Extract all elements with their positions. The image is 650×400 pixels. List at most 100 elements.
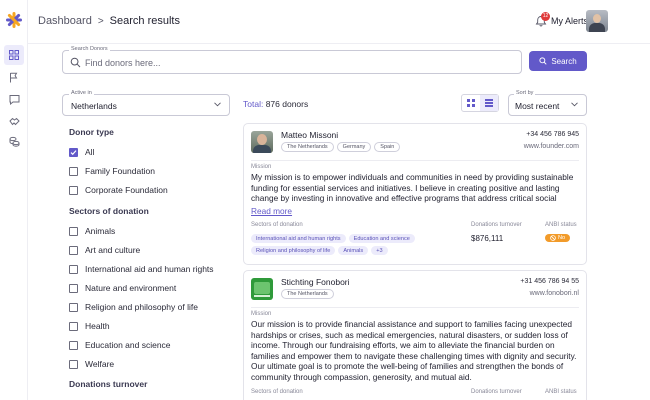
sector-education[interactable]: Education and science bbox=[69, 340, 171, 350]
country-tag: The Netherlands bbox=[281, 289, 334, 299]
checkbox[interactable] bbox=[69, 340, 78, 350]
sector-religion[interactable]: Religion and philosophy of life bbox=[69, 302, 198, 312]
checkbox-label: Education and science bbox=[85, 340, 171, 350]
sector-chip-more[interactable]: +3 bbox=[371, 246, 388, 255]
app-logo[interactable] bbox=[6, 12, 22, 28]
sector-health[interactable]: Health bbox=[69, 321, 110, 331]
total-value: 876 donors bbox=[265, 99, 309, 109]
grid-icon[interactable] bbox=[4, 45, 24, 65]
turnover-heading: Donations turnover bbox=[69, 379, 148, 389]
breadcrumb-dashboard[interactable]: Dashboard bbox=[38, 15, 92, 27]
sort-value: Most recent bbox=[515, 101, 560, 111]
checkbox[interactable] bbox=[69, 359, 78, 369]
card-divider bbox=[251, 307, 579, 308]
active-in-value: Netherlands bbox=[71, 101, 117, 111]
search-icon bbox=[70, 57, 81, 68]
donor-avatar bbox=[251, 131, 273, 153]
sector-chip: Education and science bbox=[348, 234, 415, 243]
top-header: Dashboard > Search results 12 My Alerts bbox=[28, 0, 650, 44]
no-icon bbox=[550, 235, 556, 241]
donor-card[interactable]: Matteo Missoni The Netherlands Germany S… bbox=[243, 123, 587, 265]
search-button[interactable]: Search bbox=[529, 51, 587, 71]
list-view-icon bbox=[485, 99, 493, 107]
donor-type-all[interactable]: All bbox=[69, 147, 94, 157]
sectors-heading: Sectors of donation bbox=[69, 206, 149, 216]
total-label: Total: bbox=[243, 99, 264, 109]
grid-view-icon bbox=[467, 99, 475, 107]
donor-type-family-foundation[interactable]: Family Foundation bbox=[69, 166, 155, 176]
chevron-down-icon bbox=[214, 102, 221, 107]
anbi-value: No bbox=[558, 235, 566, 241]
donor-name[interactable]: Matteo Missoni bbox=[281, 130, 338, 140]
checkbox[interactable] bbox=[69, 283, 78, 293]
handshake-icon[interactable] bbox=[7, 114, 21, 128]
search-icon bbox=[539, 57, 547, 65]
checkbox-label: Religion and philosophy of life bbox=[85, 302, 198, 312]
anbi-label: ANBI status bbox=[545, 222, 577, 228]
list-view-button[interactable] bbox=[480, 95, 498, 111]
sectors-label: Sectors of donation bbox=[251, 222, 303, 228]
alerts-count-badge: 12 bbox=[540, 12, 550, 21]
grid-view-button[interactable] bbox=[462, 95, 480, 111]
country-tags: The Netherlands bbox=[281, 289, 334, 299]
turnover-label: Donations turnover bbox=[471, 222, 522, 228]
checkbox-label: Corporate Foundation bbox=[85, 185, 168, 195]
sector-international-aid[interactable]: International aid and human rights bbox=[69, 264, 214, 274]
results-total: Total: 876 donors bbox=[243, 99, 308, 109]
sidebar bbox=[0, 0, 28, 400]
sort-legend: Sort by bbox=[514, 90, 536, 96]
coins-icon[interactable] bbox=[7, 134, 21, 148]
sector-chip: Religion and philosophy of life bbox=[251, 246, 336, 255]
country-tag: The Netherlands bbox=[281, 142, 334, 152]
turnover-value: $876,111 bbox=[471, 234, 504, 243]
mission-text: Our mission is to provide financial assi… bbox=[251, 319, 577, 382]
donor-website[interactable]: www.founder.com bbox=[524, 143, 579, 150]
sector-welfare[interactable]: Welfare bbox=[69, 359, 114, 369]
alerts-label: My Alerts bbox=[550, 16, 588, 26]
checkbox[interactable] bbox=[69, 166, 78, 176]
chat-icon[interactable] bbox=[7, 92, 21, 106]
donor-name[interactable]: Stichting Fonobori bbox=[281, 277, 350, 287]
active-in-legend: Active in bbox=[69, 90, 94, 96]
sector-animals[interactable]: Animals bbox=[69, 226, 115, 236]
checkbox[interactable] bbox=[69, 321, 78, 331]
mission-label: Mission bbox=[251, 311, 272, 317]
sectors-label: Sectors of donation bbox=[251, 389, 303, 395]
sector-art-and-culture[interactable]: Art and culture bbox=[69, 245, 140, 255]
search-box: Search Donors bbox=[62, 46, 522, 74]
checkbox-label: Art and culture bbox=[85, 245, 141, 255]
donor-type-heading: Donor type bbox=[69, 127, 114, 137]
checkbox-label: All bbox=[85, 147, 95, 157]
sort-select[interactable]: Sort by Most recent bbox=[508, 90, 587, 116]
checkbox[interactable] bbox=[69, 264, 78, 274]
donor-type-corporate-foundation[interactable]: Corporate Foundation bbox=[69, 185, 168, 195]
view-toggle bbox=[461, 94, 499, 112]
card-divider bbox=[251, 160, 579, 161]
flag-icon[interactable] bbox=[7, 70, 21, 84]
donor-website[interactable]: www.fonobori.nl bbox=[530, 290, 579, 297]
search-legend: Search Donors bbox=[69, 46, 110, 52]
turnover-label: Donations turnover bbox=[471, 389, 522, 395]
active-in-select[interactable]: Active in Netherlands bbox=[62, 90, 230, 116]
country-tags: The Netherlands Germany Spain bbox=[281, 142, 401, 152]
checkbox[interactable] bbox=[69, 185, 78, 195]
donor-card[interactable]: Stichting Fonobori The Netherlands +31 4… bbox=[243, 270, 587, 400]
checkbox[interactable] bbox=[69, 245, 78, 255]
anbi-status-badge: No bbox=[545, 234, 571, 242]
user-avatar[interactable] bbox=[586, 10, 608, 32]
checkbox[interactable] bbox=[69, 302, 78, 312]
breadcrumb: Dashboard > Search results bbox=[38, 15, 180, 27]
breadcrumb-separator: > bbox=[97, 15, 104, 27]
checkbox[interactable] bbox=[69, 226, 78, 236]
chevron-down-icon bbox=[571, 102, 578, 107]
my-alerts-button[interactable]: 12 My Alerts bbox=[535, 12, 588, 27]
sector-chips: International aid and human rights Educa… bbox=[251, 234, 461, 255]
country-tag: Germany bbox=[336, 142, 372, 152]
donor-phone: +34 456 786 945 bbox=[526, 131, 579, 138]
search-input[interactable] bbox=[85, 55, 505, 70]
sector-nature[interactable]: Nature and environment bbox=[69, 283, 176, 293]
checkbox-checked[interactable] bbox=[69, 147, 78, 157]
mission-label: Mission bbox=[251, 164, 272, 170]
read-more-link[interactable]: Read more bbox=[251, 206, 292, 216]
sector-chip: International aid and human rights bbox=[251, 234, 346, 243]
